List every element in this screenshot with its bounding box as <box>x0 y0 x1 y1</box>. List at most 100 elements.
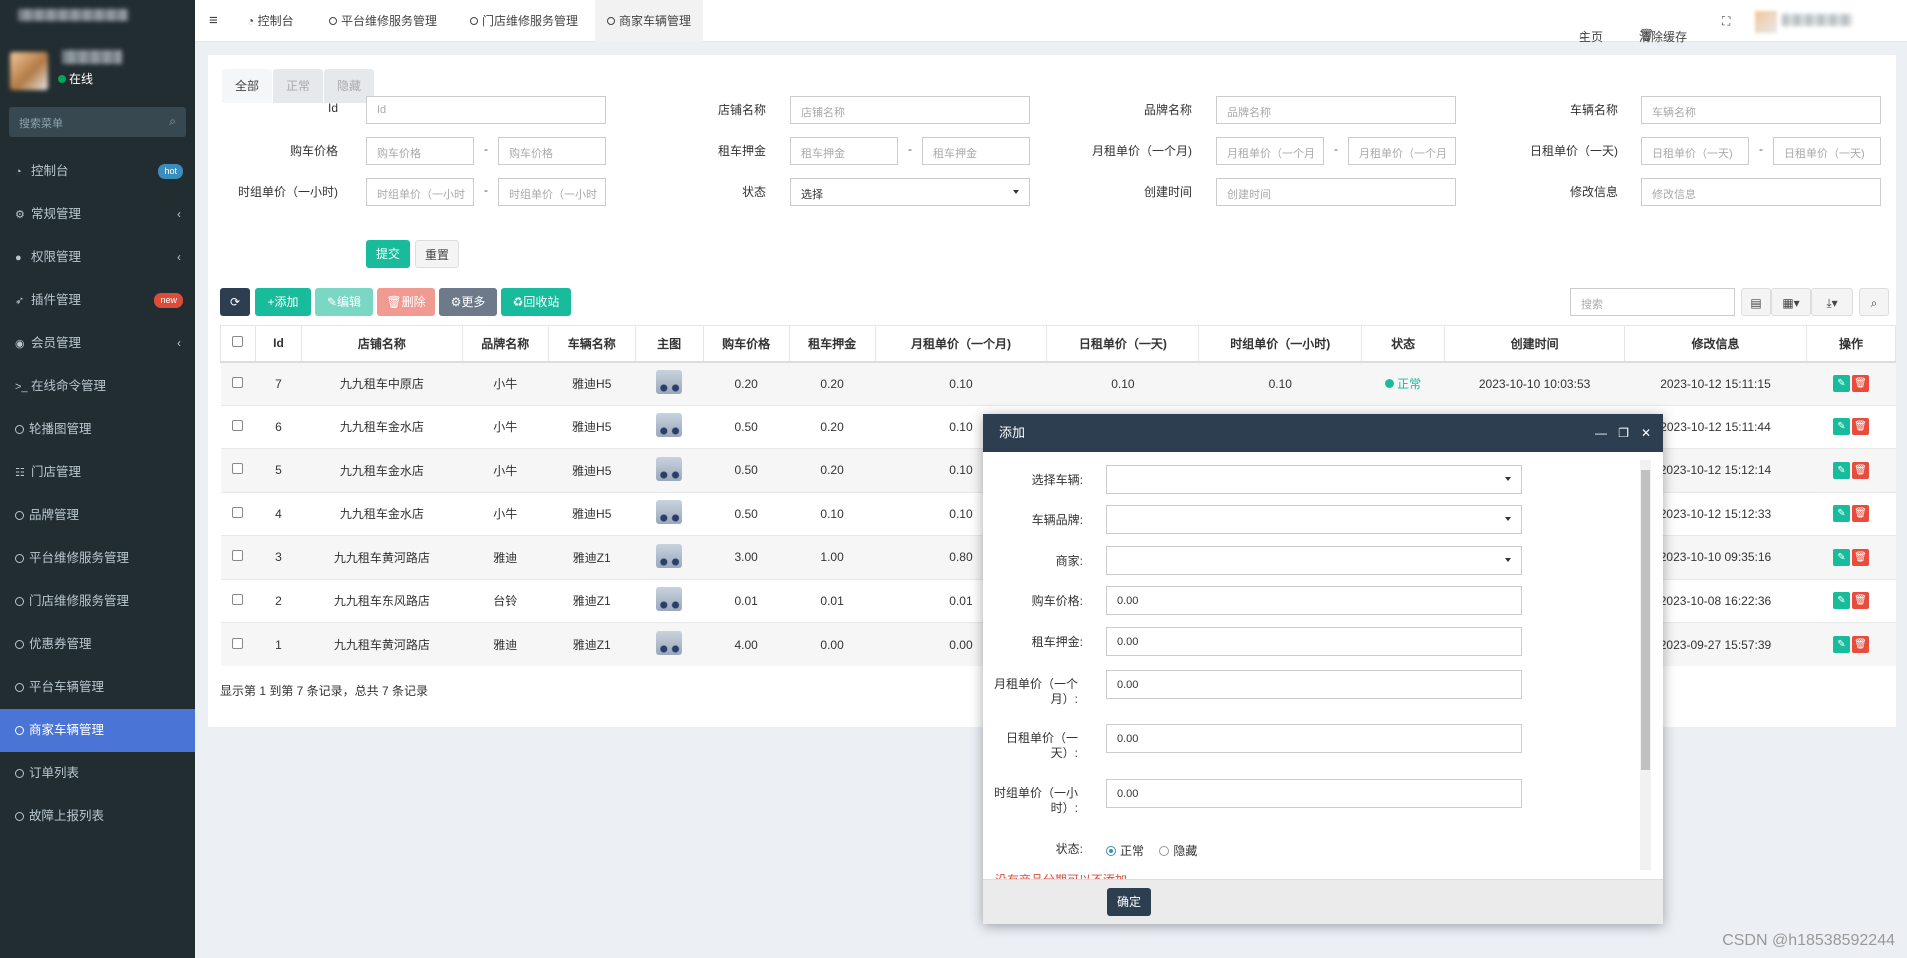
col-status[interactable]: 状态 <box>1361 325 1446 363</box>
fullscreen-icon[interactable]: ⛶ <box>1722 14 1730 29</box>
delete-row-icon[interactable]: 🗑 <box>1851 375 1869 392</box>
sidebar-item-members[interactable]: ◉ 会员管理 ‹ <box>0 322 195 365</box>
col-vehicle[interactable]: 车辆名称 <box>547 325 636 363</box>
row-checkbox[interactable] <box>232 376 244 388</box>
delete-row-icon[interactable]: 🗑 <box>1851 592 1869 610</box>
cell-image[interactable] <box>635 535 704 579</box>
delete-row-icon[interactable]: 🗑 <box>1851 461 1869 479</box>
sidebar-item-fault-reports[interactable]: 故障上报列表 <box>0 795 195 838</box>
row-checkbox[interactable] <box>232 550 244 562</box>
user-avatar[interactable] <box>1755 11 1777 33</box>
col-created[interactable]: 创建时间 <box>1444 325 1626 363</box>
tab-platform-repair[interactable]: 平台维修服务管理 <box>329 0 437 42</box>
deposit-min-input[interactable]: 租车押金 <box>790 137 898 165</box>
table-row[interactable]: 7 九九租车中原店 小牛 雅迪H5 0.20 0.20 0.10 0.10 0.10 正常 2023… <box>220 361 1896 405</box>
merchant-dropdown[interactable] <box>1106 546 1522 575</box>
buy-price-min-input[interactable]: 购车价格 <box>366 137 474 165</box>
monthly-price-max-input[interactable]: 月租单价（一个月 <box>1348 137 1456 165</box>
modified-info-input[interactable]: 修改信息 <box>1641 178 1881 206</box>
buy-price-max-input[interactable]: 购车价格 <box>498 137 606 165</box>
monthly-price-min-input[interactable]: 月租单价（一个月 <box>1216 137 1324 165</box>
cell-image[interactable] <box>635 578 704 623</box>
delete-button[interactable]: 🗑删除 <box>377 288 435 316</box>
row-select-cell[interactable] <box>220 622 256 666</box>
row-checkbox[interactable] <box>232 637 244 649</box>
tab-normal[interactable]: 正常 <box>273 69 324 103</box>
row-select-cell[interactable] <box>220 535 256 579</box>
export-button[interactable]: ⤓▾ <box>1811 288 1853 316</box>
daily-price-min-input[interactable]: 日租单价（一天) <box>1641 137 1749 165</box>
dialog-header[interactable]: 添加 — ❐ ✕ <box>983 414 1663 452</box>
vehicle-thumbnail[interactable] <box>656 456 683 481</box>
col-hourly[interactable]: 时组单价（一小时) <box>1198 325 1363 363</box>
sidebar-item-dashboard[interactable]: ◔ 控制台 hot <box>0 150 195 193</box>
status-select[interactable]: 选择 <box>790 178 1030 206</box>
cell-image[interactable] <box>635 404 704 449</box>
tab-dashboard[interactable]: ◔ 控制台 <box>247 0 294 42</box>
scrollbar-thumb[interactable] <box>1641 470 1650 770</box>
daily-price-field[interactable]: 0.00 <box>1106 724 1522 753</box>
vehicle-thumbnail[interactable] <box>656 413 683 438</box>
edit-row-icon[interactable]: ✎ <box>1832 636 1850 653</box>
row-select-cell[interactable] <box>220 404 256 449</box>
vehicle-thumbnail[interactable] <box>656 500 683 525</box>
sidebar-item-platform-vehicles[interactable]: 平台车辆管理 <box>0 666 195 709</box>
col-image[interactable]: 主图 <box>634 325 704 363</box>
sidebar-item-command[interactable]: >_ 在线命令管理 <box>0 365 195 408</box>
row-select-cell[interactable] <box>220 491 256 536</box>
tab-merchant-vehicles[interactable]: 商家车辆管理 <box>595 0 704 42</box>
deposit-max-input[interactable]: 租车押金 <box>922 137 1030 165</box>
row-select-cell[interactable] <box>220 361 256 405</box>
id-input[interactable]: Id <box>366 96 606 124</box>
vehicle-thumbnail[interactable] <box>656 587 683 612</box>
table-search-input[interactable]: 搜索 <box>1570 288 1735 316</box>
sidebar-item-stores[interactable]: ☷ 门店管理 <box>0 451 195 494</box>
row-checkbox[interactable] <box>232 463 244 475</box>
minimize-icon[interactable]: — <box>1595 414 1607 452</box>
sidebar-item-store-repair[interactable]: 门店维修服务管理 <box>0 580 195 623</box>
delete-row-icon[interactable]: 🗑 <box>1851 636 1869 653</box>
col-modified[interactable]: 修改信息 <box>1624 325 1807 363</box>
sidebar-item-orders[interactable]: 订单列表 <box>0 752 195 795</box>
hourly-price-field[interactable]: 0.00 <box>1106 779 1522 808</box>
cell-image[interactable] <box>635 448 704 492</box>
row-select-cell[interactable] <box>220 448 256 492</box>
edit-row-icon[interactable]: ✎ <box>1832 375 1850 392</box>
brand-name-input[interactable]: 品牌名称 <box>1216 96 1456 124</box>
col-daily[interactable]: 日租单价（一天) <box>1046 325 1200 363</box>
reset-button[interactable]: 重置 <box>415 240 459 268</box>
row-checkbox[interactable] <box>232 419 244 431</box>
select-all-header[interactable] <box>220 325 256 363</box>
maximize-icon[interactable]: ❐ <box>1618 414 1629 452</box>
cell-image[interactable] <box>635 622 704 666</box>
dialog-scrollbar[interactable] <box>1640 460 1651 870</box>
tab-store-repair[interactable]: 门店维修服务管理 <box>470 0 578 42</box>
shop-name-input[interactable]: 店铺名称 <box>790 96 1030 124</box>
vehicle-thumbnail[interactable] <box>656 370 683 394</box>
daily-price-max-input[interactable]: 日租单价（一天) <box>1773 137 1881 165</box>
confirm-button[interactable]: 确定 <box>1107 888 1151 916</box>
delete-row-icon[interactable]: 🗑 <box>1851 418 1869 436</box>
monthly-price-field[interactable]: 0.00 <box>1106 670 1522 699</box>
sidebar-item-permission[interactable]: ● 权限管理 ‹ <box>0 236 195 279</box>
edit-button[interactable]: ✎编辑 <box>315 288 373 316</box>
sidebar-item-coupons[interactable]: 优惠券管理 <box>0 623 195 666</box>
sidebar-item-carousel[interactable]: 轮播图管理 <box>0 408 195 451</box>
row-checkbox[interactable] <box>232 506 244 518</box>
edit-row-icon[interactable]: ✎ <box>1832 461 1850 479</box>
col-shop[interactable]: 店铺名称 <box>300 325 463 363</box>
delete-row-icon[interactable]: 🗑 <box>1851 505 1869 523</box>
cell-image[interactable] <box>635 491 704 536</box>
toggle-view-button[interactable]: ▤ <box>1741 288 1771 316</box>
recycle-bin-button[interactable]: ♻回收站 <box>501 288 571 316</box>
created-time-input[interactable]: 创建时间 <box>1216 178 1456 206</box>
col-brand[interactable]: 品牌名称 <box>461 325 549 363</box>
edit-row-icon[interactable]: ✎ <box>1832 592 1850 610</box>
select-all-checkbox[interactable] <box>232 336 244 348</box>
tab-all[interactable]: 全部 <box>222 69 273 103</box>
col-buy-price[interactable]: 购车价格 <box>702 325 790 363</box>
sidebar-item-brands[interactable]: 品牌管理 <box>0 494 195 537</box>
edit-row-icon[interactable]: ✎ <box>1832 418 1850 436</box>
vehicle-brand-dropdown[interactable] <box>1106 505 1522 534</box>
row-select-cell[interactable] <box>220 578 256 623</box>
